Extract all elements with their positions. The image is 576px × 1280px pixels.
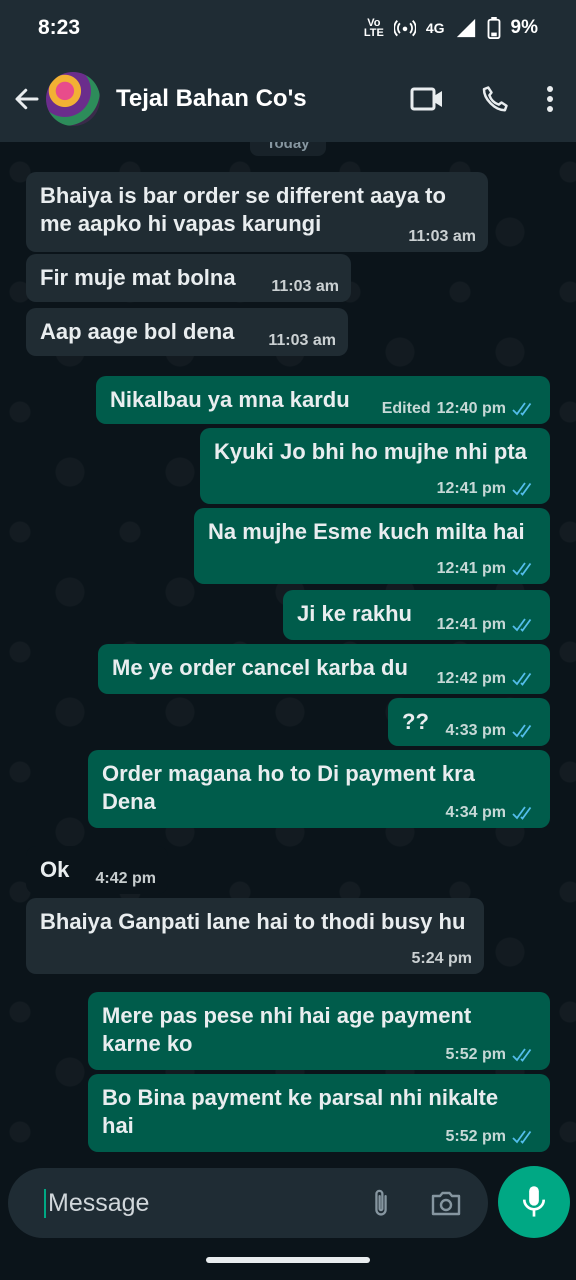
message-meta: 11:03 am (271, 278, 339, 296)
back-button[interactable] (10, 82, 44, 116)
message-time: 4:42 pm (95, 870, 156, 887)
message-meta: 11:03 am (268, 332, 336, 350)
message-bubble[interactable]: ?? 4:33 pm (388, 698, 550, 746)
message-meta: 5:52 pm (446, 1128, 538, 1146)
home-gesture-handle[interactable] (206, 1257, 370, 1263)
message-text: Mere pas pese nhi hai age payment karne … (102, 1003, 472, 1056)
hotspot-icon (393, 20, 416, 37)
message-bubble[interactable]: Ok 4:42 pm (26, 846, 168, 894)
battery-level: 9% (510, 17, 538, 38)
message-meta: 12:42 pm (437, 670, 538, 688)
chat-header: Tejal Bahan Co's (0, 56, 576, 142)
voice-message-button[interactable] (498, 1166, 570, 1238)
video-call-icon[interactable] (410, 86, 444, 112)
message-time: 4:33 pm (445, 722, 506, 739)
double-check-icon (512, 1130, 532, 1144)
camera-icon[interactable] (430, 1189, 462, 1217)
mic-icon (522, 1186, 546, 1217)
double-check-icon (512, 482, 532, 496)
more-vert-icon[interactable] (546, 85, 554, 113)
message-meta: 11:03 am (408, 228, 476, 246)
message-bubble[interactable]: Me ye order cancel karba du 12:42 pm (98, 644, 550, 694)
message-bubble[interactable]: Mere pas pese nhi hai age payment karne … (88, 992, 550, 1070)
double-check-icon (512, 1048, 532, 1062)
message-bubble[interactable]: Bhaiya is bar order se different aaya to… (26, 172, 488, 252)
message-meta: 12:41 pm (437, 560, 538, 578)
message-meta: 4:34 pm (446, 804, 538, 822)
double-check-icon (512, 562, 532, 576)
message-time: 4:34 pm (445, 804, 506, 821)
message-bubble[interactable]: Bo Bina payment ke parsal nhi nikalte ha… (88, 1074, 550, 1152)
message-time: 5:52 pm (445, 1128, 506, 1145)
message-meta: 5:24 pm (412, 950, 472, 968)
double-check-icon (512, 402, 532, 416)
message-meta: 12:41 pm (437, 616, 538, 634)
message-meta: 4:33 pm (446, 722, 538, 740)
message-bubble[interactable]: Bhaiya Ganpati lane hai to thodi busy hu… (26, 898, 484, 974)
double-check-icon (512, 672, 532, 686)
message-bubble[interactable]: Aap aage bol dena 11:03 am (26, 308, 348, 356)
message-text: Bhaiya Ganpati lane hai to thodi busy hu (40, 909, 466, 934)
message-meta: 12:41 pm (437, 480, 538, 498)
composer (0, 1162, 576, 1242)
phone-icon[interactable] (480, 84, 510, 114)
double-check-icon (512, 724, 532, 738)
message-bubble[interactable]: Order magana ho to Di payment kra Dena 4… (88, 750, 550, 828)
message-time: 5:52 pm (445, 1046, 506, 1063)
message-list[interactable]: Today Bhaiya is bar order se different a… (0, 142, 576, 1162)
system-nav-bar (0, 1242, 576, 1280)
message-bubble[interactable]: Kyuki Jo bhi ho mujhe nhi pta 12:41 pm (200, 428, 550, 504)
message-meta: 4:42 pm (96, 870, 156, 888)
contact-name[interactable]: Tejal Bahan Co's (116, 85, 410, 113)
avatar[interactable] (46, 72, 100, 126)
status-icons: Vo LTE 4G 9% (364, 17, 538, 39)
status-time: 8:23 (38, 16, 81, 39)
message-time: 12:40 pm (436, 400, 506, 417)
message-time: 12:41 pm (436, 616, 506, 633)
volte-indicator: Vo LTE (363, 17, 384, 39)
paperclip-icon[interactable] (370, 1187, 392, 1219)
date-chip: Today (250, 142, 326, 156)
message-time: 11:03 am (271, 278, 339, 295)
double-check-icon (512, 806, 532, 820)
message-input-container (8, 1168, 488, 1238)
message-time: 5:24 pm (411, 950, 472, 967)
arrow-left-icon (15, 88, 39, 110)
message-time: 12:41 pm (436, 560, 506, 577)
message-meta: 5:52 pm (446, 1046, 538, 1064)
message-text: Order magana ho to Di payment kra Dena (102, 761, 475, 814)
message-bubble[interactable]: Fir muje mat bolna 11:03 am (26, 254, 351, 302)
message-input[interactable] (44, 1188, 370, 1218)
battery-icon (487, 17, 500, 39)
message-time: 11:03 am (268, 332, 336, 349)
message-meta: Edited 12:40 pm (382, 400, 538, 418)
message-bubble[interactable]: Nikalbau ya mna kardu Edited 12:40 pm (96, 376, 550, 424)
message-time: 12:42 pm (436, 670, 506, 687)
message-time: 11:03 am (408, 228, 476, 245)
network-label: 4G (425, 20, 445, 36)
message-text: Na mujhe Esme kuch milta hai (208, 519, 525, 544)
signal-icon (456, 18, 475, 38)
message-bubble[interactable]: Na mujhe Esme kuch milta hai 12:41 pm (194, 508, 550, 584)
double-check-icon (512, 618, 532, 632)
message-time: 12:41 pm (436, 480, 506, 497)
message-text: Kyuki Jo bhi ho mujhe nhi pta (214, 439, 527, 464)
edited-label: Edited (381, 400, 431, 417)
message-bubble[interactable]: Ji ke rakhu 12:41 pm (283, 590, 550, 640)
status-bar: 8:23 Vo LTE 4G 9% (0, 0, 576, 56)
